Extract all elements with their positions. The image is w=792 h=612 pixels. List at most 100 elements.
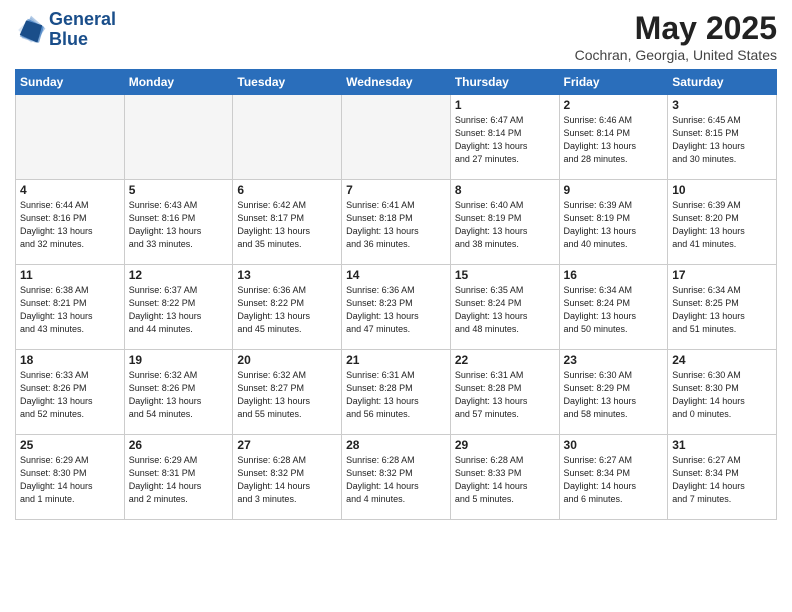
- calendar-cell: 23 Sunrise: 6:30 AM Sunset: 8:29 PM Dayli…: [559, 350, 668, 435]
- calendar-cell: 26 Sunrise: 6:29 AM Sunset: 8:31 PM Dayli…: [124, 435, 233, 520]
- calendar-cell: 20 Sunrise: 6:32 AM Sunset: 8:27 PM Dayli…: [233, 350, 342, 435]
- calendar-cell: 2 Sunrise: 6:46 AM Sunset: 8:14 PM Daylig…: [559, 95, 668, 180]
- day-number: 29: [455, 438, 555, 452]
- day-number: 22: [455, 353, 555, 367]
- day-info: Sunrise: 6:29 AM Sunset: 8:31 PM Dayligh…: [129, 454, 229, 506]
- day-number: 28: [346, 438, 446, 452]
- day-info: Sunrise: 6:32 AM Sunset: 8:26 PM Dayligh…: [129, 369, 229, 421]
- day-number: 9: [564, 183, 664, 197]
- calendar-cell: 10Sunrise: 6:39 AM Sunset: 8:20 PM Dayli…: [668, 180, 777, 265]
- calendar-cell: [233, 95, 342, 180]
- calendar-cell: 19 Sunrise: 6:32 AM Sunset: 8:26 PM Dayli…: [124, 350, 233, 435]
- day-info: Sunrise: 6:38 AM Sunset: 8:21 PM Dayligh…: [20, 284, 120, 336]
- calendar-cell: 16Sunrise: 6:34 AM Sunset: 8:24 PM Dayli…: [559, 265, 668, 350]
- calendar-cell: [16, 95, 125, 180]
- calendar-cell: 25 Sunrise: 6:29 AM Sunset: 8:30 PM Dayli…: [16, 435, 125, 520]
- calendar-cell: 21 Sunrise: 6:31 AM Sunset: 8:28 PM Dayli…: [342, 350, 451, 435]
- weekday-header-wednesday: Wednesday: [342, 70, 451, 95]
- day-number: 23: [564, 353, 664, 367]
- day-number: 25: [20, 438, 120, 452]
- day-number: 15: [455, 268, 555, 282]
- day-number: 27: [237, 438, 337, 452]
- day-info: Sunrise: 6:31 AM Sunset: 8:28 PM Dayligh…: [455, 369, 555, 421]
- calendar-week-2: 4 Sunrise: 6:44 AM Sunset: 8:16 PM Daylig…: [16, 180, 777, 265]
- calendar-week-5: 25 Sunrise: 6:29 AM Sunset: 8:30 PM Dayli…: [16, 435, 777, 520]
- calendar-cell: 8 Sunrise: 6:40 AM Sunset: 8:19 PM Daylig…: [450, 180, 559, 265]
- calendar-week-3: 11 Sunrise: 6:38 AM Sunset: 8:21 PM Dayli…: [16, 265, 777, 350]
- day-info: Sunrise: 6:42 AM Sunset: 8:17 PM Dayligh…: [237, 199, 337, 251]
- calendar-cell: [342, 95, 451, 180]
- day-number: 30: [564, 438, 664, 452]
- calendar-cell: 6 Sunrise: 6:42 AM Sunset: 8:17 PM Daylig…: [233, 180, 342, 265]
- day-number: 5: [129, 183, 229, 197]
- day-info: Sunrise: 6:39 AM Sunset: 8:19 PM Dayligh…: [564, 199, 664, 251]
- day-info: Sunrise: 6:27 AM Sunset: 8:34 PM Dayligh…: [564, 454, 664, 506]
- day-info: Sunrise: 6:40 AM Sunset: 8:19 PM Dayligh…: [455, 199, 555, 251]
- day-number: 10: [672, 183, 772, 197]
- day-number: 6: [237, 183, 337, 197]
- calendar-cell: 17 Sunrise: 6:34 AM Sunset: 8:25 PM Dayli…: [668, 265, 777, 350]
- day-info: Sunrise: 6:28 AM Sunset: 8:32 PM Dayligh…: [237, 454, 337, 506]
- day-number: 4: [20, 183, 120, 197]
- day-info: Sunrise: 6:30 AM Sunset: 8:30 PM Dayligh…: [672, 369, 772, 421]
- day-info: Sunrise: 6:43 AM Sunset: 8:16 PM Dayligh…: [129, 199, 229, 251]
- day-number: 24: [672, 353, 772, 367]
- day-info: Sunrise: 6:45 AM Sunset: 8:15 PM Dayligh…: [672, 114, 772, 166]
- day-number: 2: [564, 98, 664, 112]
- day-info: Sunrise: 6:35 AM Sunset: 8:24 PM Dayligh…: [455, 284, 555, 336]
- weekday-header-row: SundayMondayTuesdayWednesdayThursdayFrid…: [16, 70, 777, 95]
- calendar-cell: 28 Sunrise: 6:28 AM Sunset: 8:32 PM Dayli…: [342, 435, 451, 520]
- day-info: Sunrise: 6:34 AM Sunset: 8:25 PM Dayligh…: [672, 284, 772, 336]
- day-info: Sunrise: 6:36 AM Sunset: 8:23 PM Dayligh…: [346, 284, 446, 336]
- day-number: 12: [129, 268, 229, 282]
- day-number: 3: [672, 98, 772, 112]
- day-number: 8: [455, 183, 555, 197]
- day-number: 19: [129, 353, 229, 367]
- calendar-cell: 9 Sunrise: 6:39 AM Sunset: 8:19 PM Daylig…: [559, 180, 668, 265]
- calendar-cell: 12Sunrise: 6:37 AM Sunset: 8:22 PM Dayli…: [124, 265, 233, 350]
- calendar-cell: [124, 95, 233, 180]
- weekday-header-friday: Friday: [559, 70, 668, 95]
- day-info: Sunrise: 6:41 AM Sunset: 8:18 PM Dayligh…: [346, 199, 446, 251]
- weekday-header-thursday: Thursday: [450, 70, 559, 95]
- calendar-cell: 15 Sunrise: 6:35 AM Sunset: 8:24 PM Dayli…: [450, 265, 559, 350]
- page: General Blue May 2025 Cochran, Georgia, …: [0, 0, 792, 612]
- calendar-cell: 30 Sunrise: 6:27 AM Sunset: 8:34 PM Dayli…: [559, 435, 668, 520]
- location: Cochran, Georgia, United States: [575, 47, 777, 63]
- day-info: Sunrise: 6:32 AM Sunset: 8:27 PM Dayligh…: [237, 369, 337, 421]
- calendar-cell: 14 Sunrise: 6:36 AM Sunset: 8:23 PM Dayli…: [342, 265, 451, 350]
- day-info: Sunrise: 6:33 AM Sunset: 8:26 PM Dayligh…: [20, 369, 120, 421]
- day-info: Sunrise: 6:28 AM Sunset: 8:32 PM Dayligh…: [346, 454, 446, 506]
- day-info: Sunrise: 6:46 AM Sunset: 8:14 PM Dayligh…: [564, 114, 664, 166]
- day-info: Sunrise: 6:30 AM Sunset: 8:29 PM Dayligh…: [564, 369, 664, 421]
- day-info: Sunrise: 6:27 AM Sunset: 8:34 PM Dayligh…: [672, 454, 772, 506]
- weekday-header-monday: Monday: [124, 70, 233, 95]
- calendar-cell: 18 Sunrise: 6:33 AM Sunset: 8:26 PM Dayli…: [16, 350, 125, 435]
- day-number: 31: [672, 438, 772, 452]
- day-number: 13: [237, 268, 337, 282]
- day-info: Sunrise: 6:44 AM Sunset: 8:16 PM Dayligh…: [20, 199, 120, 251]
- day-info: Sunrise: 6:34 AM Sunset: 8:24 PM Dayligh…: [564, 284, 664, 336]
- calendar-cell: 5 Sunrise: 6:43 AM Sunset: 8:16 PM Daylig…: [124, 180, 233, 265]
- day-info: Sunrise: 6:31 AM Sunset: 8:28 PM Dayligh…: [346, 369, 446, 421]
- calendar-week-4: 18 Sunrise: 6:33 AM Sunset: 8:26 PM Dayli…: [16, 350, 777, 435]
- calendar-cell: 1Sunrise: 6:47 AM Sunset: 8:14 PM Daylig…: [450, 95, 559, 180]
- logo: General Blue: [15, 10, 116, 50]
- calendar-cell: 7 Sunrise: 6:41 AM Sunset: 8:18 PM Daylig…: [342, 180, 451, 265]
- day-info: Sunrise: 6:47 AM Sunset: 8:14 PM Dayligh…: [455, 114, 555, 166]
- day-info: Sunrise: 6:28 AM Sunset: 8:33 PM Dayligh…: [455, 454, 555, 506]
- calendar-cell: 4 Sunrise: 6:44 AM Sunset: 8:16 PM Daylig…: [16, 180, 125, 265]
- day-number: 21: [346, 353, 446, 367]
- day-number: 26: [129, 438, 229, 452]
- day-number: 18: [20, 353, 120, 367]
- day-number: 7: [346, 183, 446, 197]
- day-info: Sunrise: 6:29 AM Sunset: 8:30 PM Dayligh…: [20, 454, 120, 506]
- calendar-cell: 31 Sunrise: 6:27 AM Sunset: 8:34 PM Dayli…: [668, 435, 777, 520]
- day-number: 20: [237, 353, 337, 367]
- day-number: 14: [346, 268, 446, 282]
- day-number: 11: [20, 268, 120, 282]
- day-number: 17: [672, 268, 772, 282]
- header: General Blue May 2025 Cochran, Georgia, …: [15, 10, 777, 63]
- calendar-week-1: 1Sunrise: 6:47 AM Sunset: 8:14 PM Daylig…: [16, 95, 777, 180]
- day-info: Sunrise: 6:36 AM Sunset: 8:22 PM Dayligh…: [237, 284, 337, 336]
